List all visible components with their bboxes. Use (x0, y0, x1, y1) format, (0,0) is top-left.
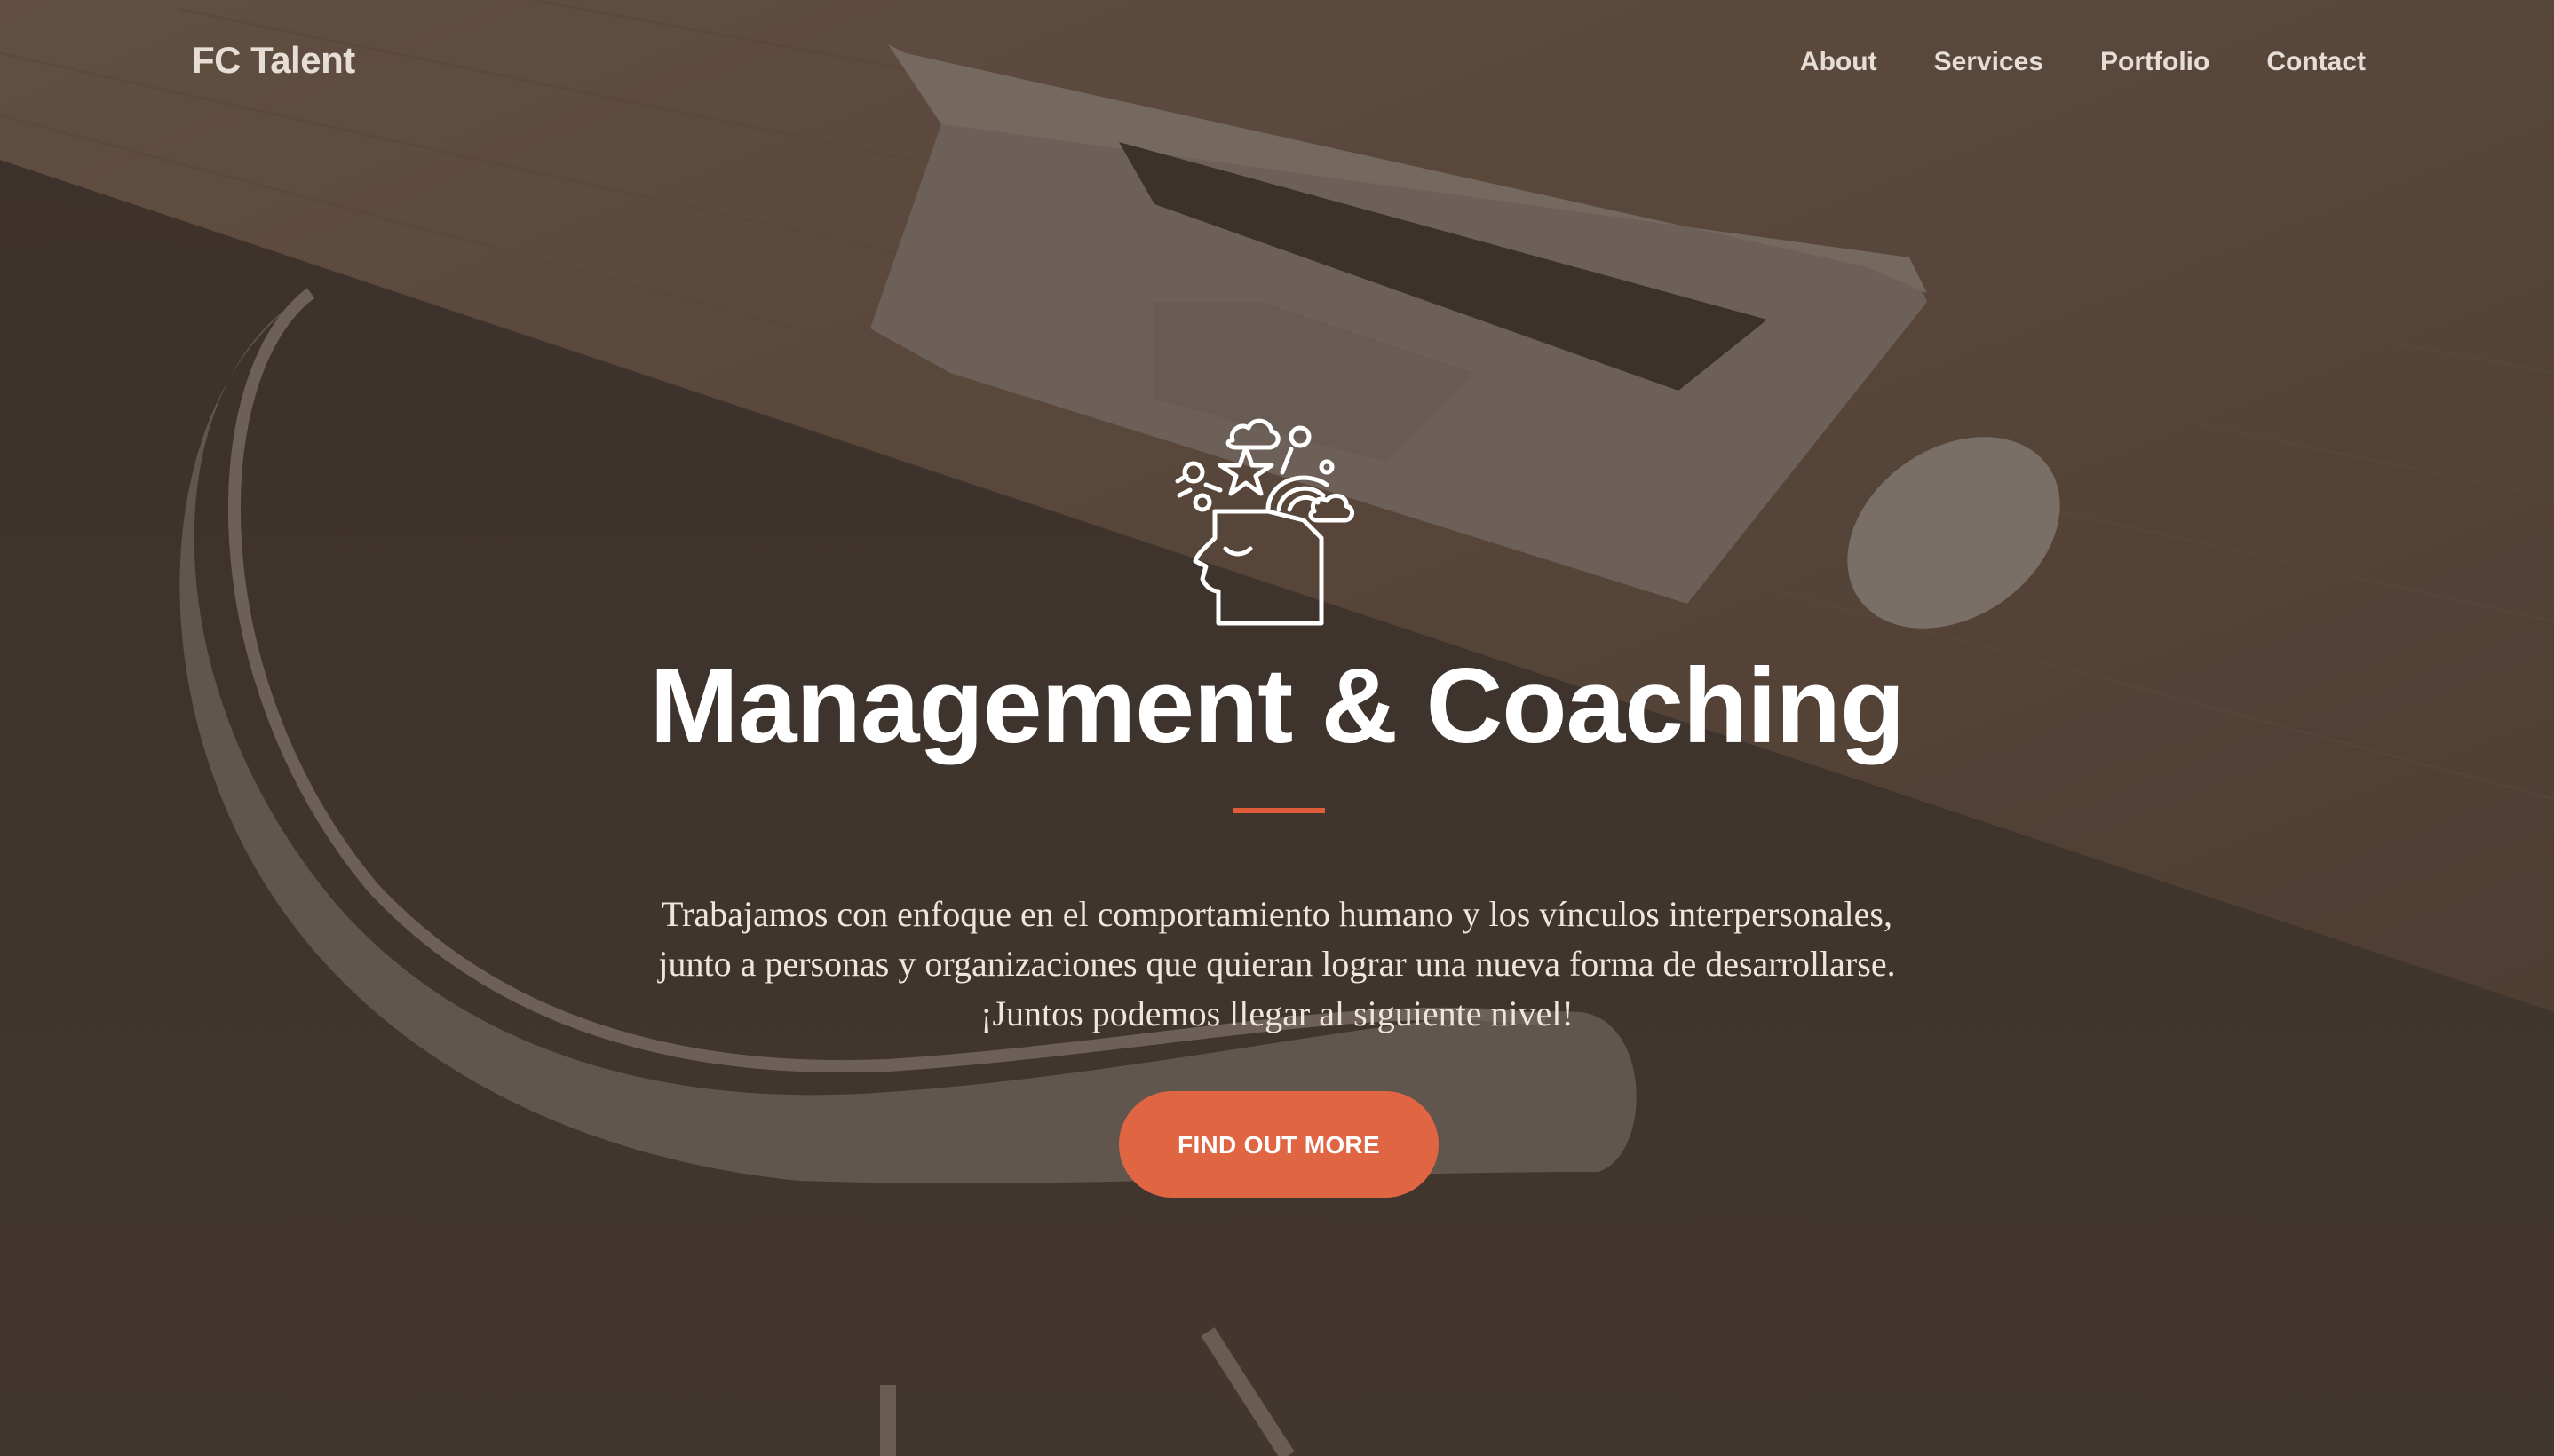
hero-description: Trabajamos con enfoque en el comportamie… (478, 890, 2076, 1039)
title-divider (1233, 808, 1325, 813)
hero-text-line: ¡Juntos podemos llegar al siguiente nive… (980, 993, 1574, 1033)
hero-text-line: junto a personas y organizaciones que qu… (658, 944, 1896, 984)
hero-text-line: Trabajamos con enfoque en el comportamie… (662, 894, 1892, 934)
hero-title: Management & Coaching (649, 646, 1906, 765)
hero-section: Management & Coaching Trabajamos con enf… (0, 0, 2554, 1456)
find-out-more-button[interactable]: FIND OUT MORE (1119, 1091, 1439, 1198)
head-ideas-icon (1170, 414, 1366, 636)
